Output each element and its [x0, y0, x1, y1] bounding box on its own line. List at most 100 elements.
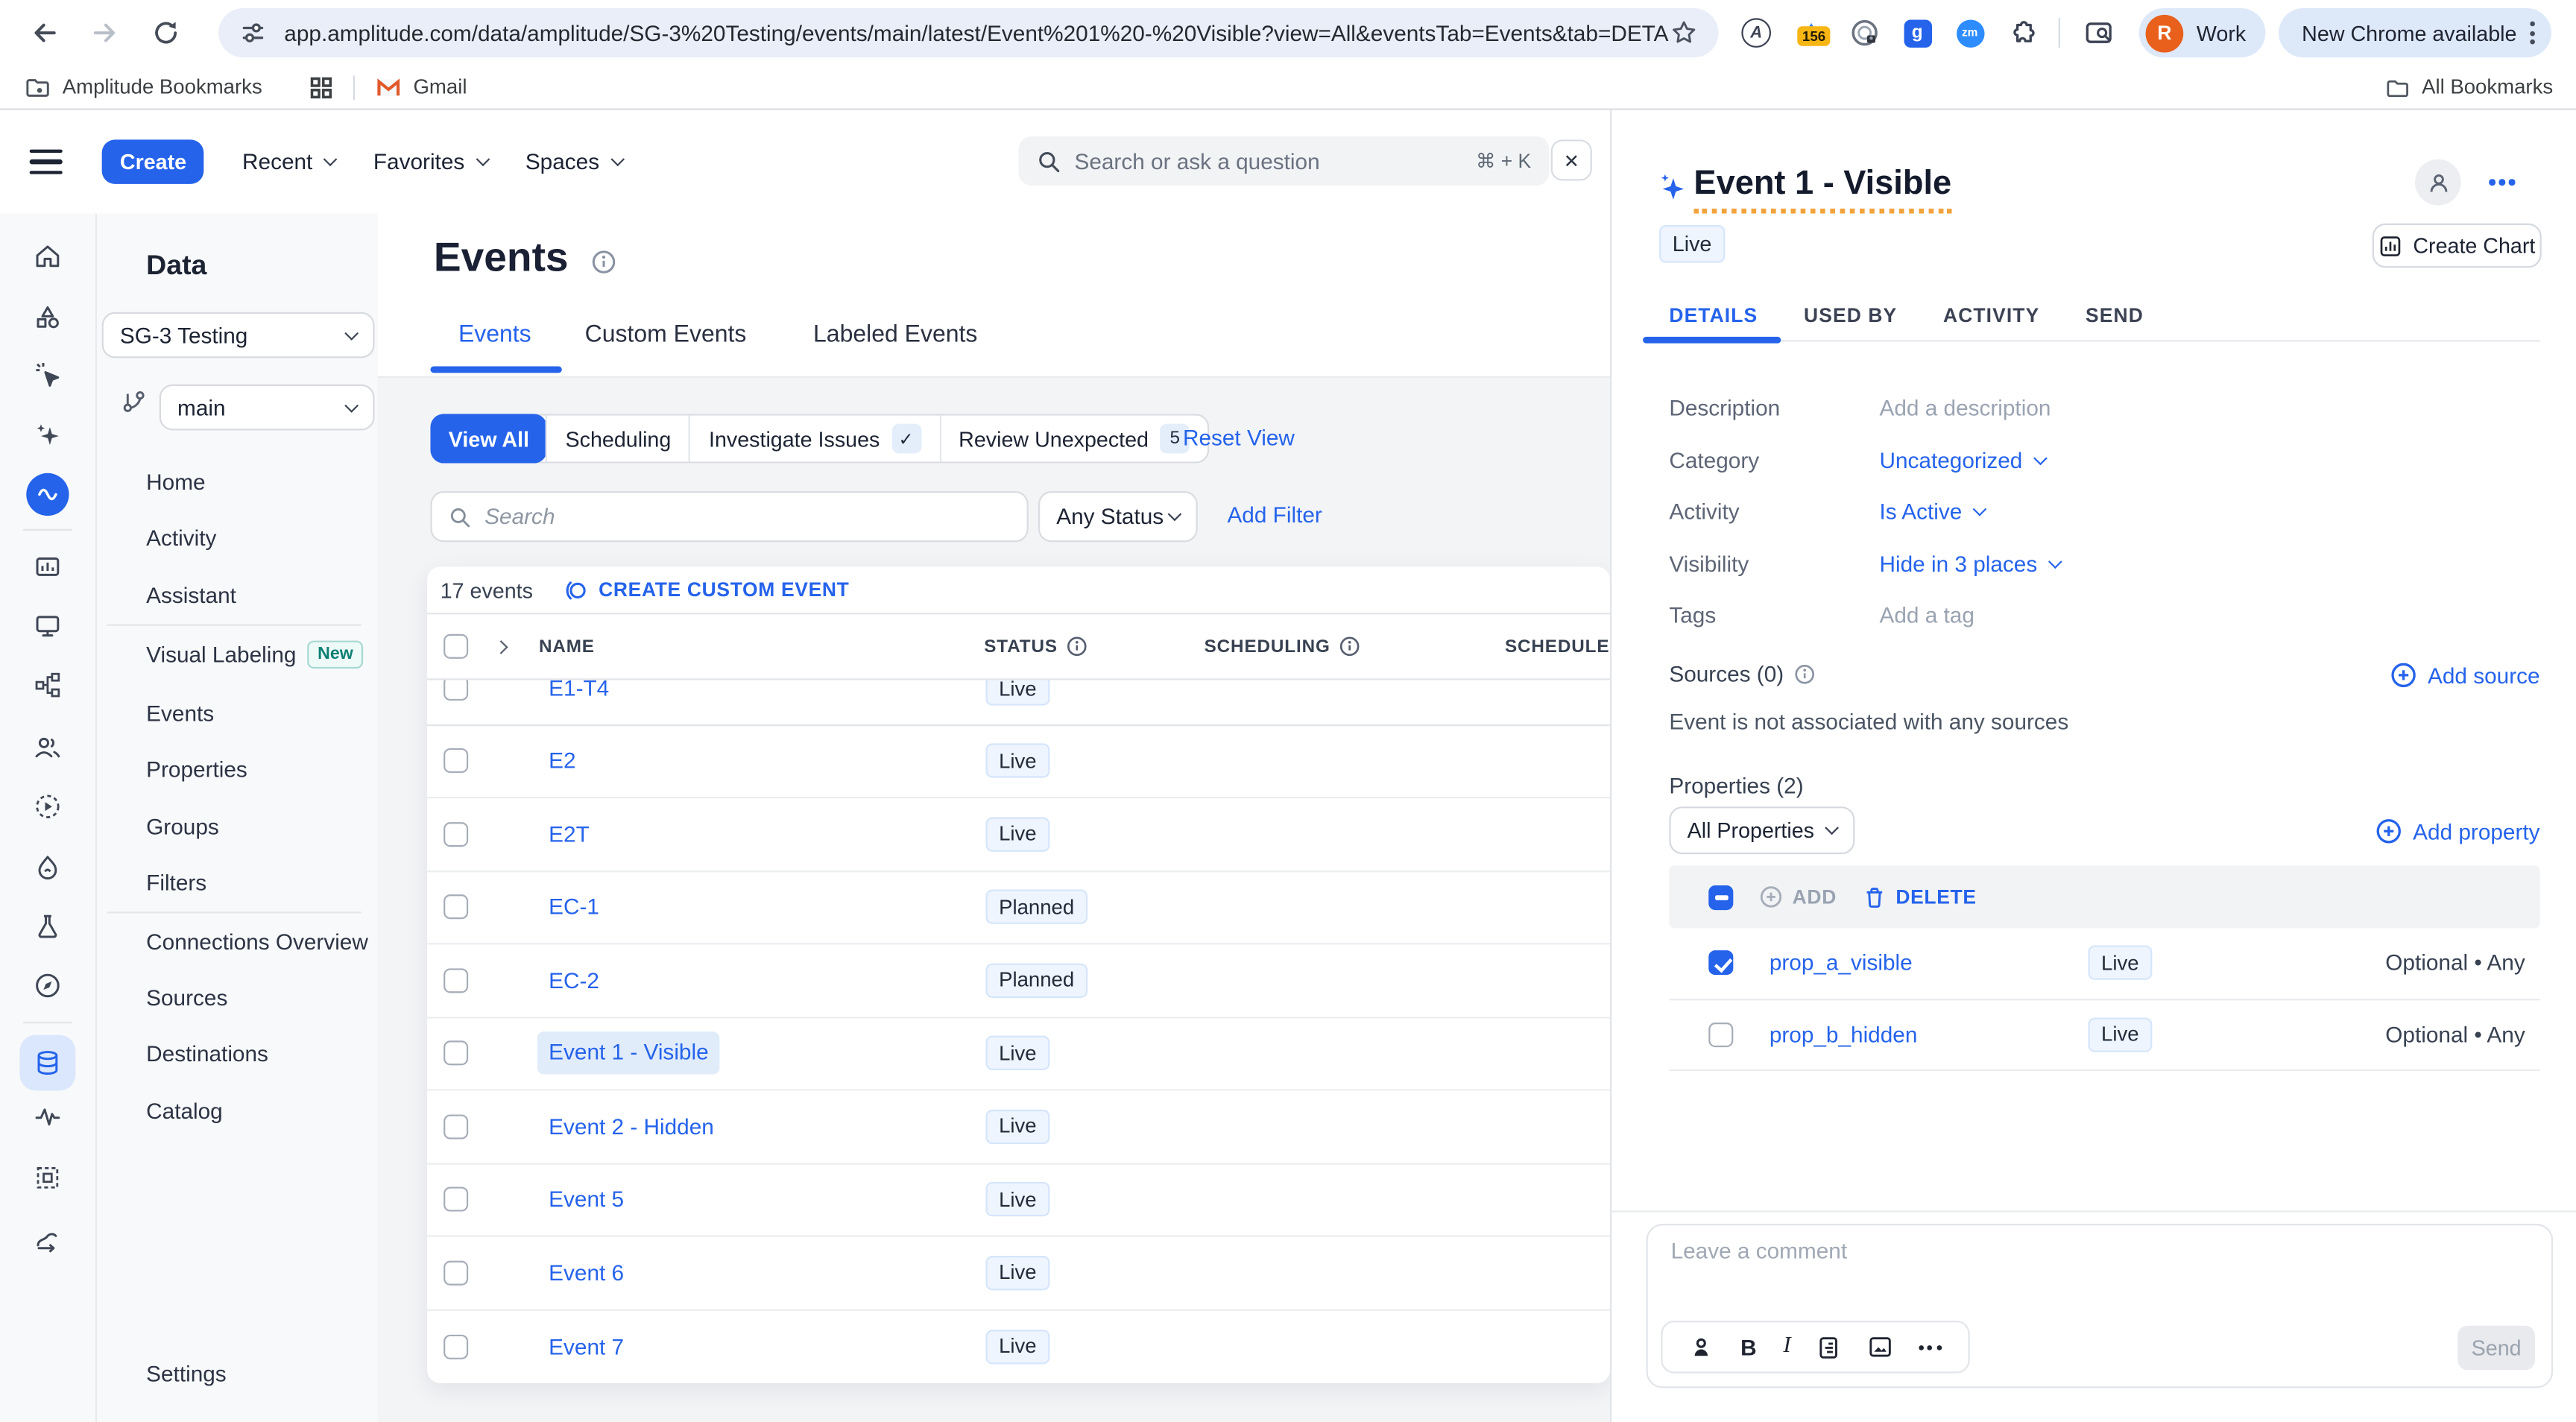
chrome-update-pill[interactable]: New Chrome available [2279, 8, 2551, 57]
branch-select[interactable]: main [160, 385, 375, 431]
expand-all-icon[interactable] [494, 639, 508, 654]
owner-avatar[interactable] [2415, 159, 2461, 206]
row-checkbox[interactable] [443, 895, 468, 920]
events-search-box[interactable] [430, 491, 1028, 542]
address-bar[interactable]: app.amplitude.com/data/amplitude/SG-3%20… [218, 8, 1718, 57]
event-link[interactable]: EC-1 [549, 895, 599, 920]
nav-dashboards-icon[interactable] [33, 552, 63, 582]
global-search-input[interactable] [1074, 148, 1462, 173]
nav-selection-icon[interactable] [33, 1163, 63, 1193]
sidebar-item-destinations[interactable]: Destinations [146, 1038, 371, 1068]
event-link[interactable]: Event 7 [549, 1334, 624, 1359]
row-checkbox[interactable] [443, 1260, 468, 1285]
project-select[interactable]: SG-3 Testing [102, 312, 375, 358]
nav-discover-icon[interactable] [33, 971, 63, 1001]
sidebar-item-home[interactable]: Home [146, 467, 371, 496]
reset-view-link[interactable]: Reset View [1183, 426, 1295, 450]
tab-details[interactable]: DETAILS [1669, 304, 1758, 327]
create-button[interactable]: Create [102, 139, 205, 184]
sidebar-item-visual-labeling[interactable]: Visual LabelingNew [146, 639, 371, 669]
comment-input[interactable] [1671, 1239, 2529, 1314]
browser-back-button[interactable] [23, 11, 66, 54]
row-checkbox[interactable] [443, 1114, 468, 1139]
bookmark-star-icon[interactable] [1669, 18, 1699, 48]
ai-sparkle-icon[interactable] [1656, 171, 1689, 203]
panel-title[interactable]: Event 1 - Visible [1693, 164, 1951, 213]
sidebar-item-properties[interactable]: Properties [146, 754, 371, 784]
description-placeholder[interactable]: Add a description [1879, 396, 2051, 420]
property-checkbox[interactable] [1708, 1023, 1733, 1047]
create-custom-event-button[interactable]: CREATE CUSTOM EVENT [564, 578, 850, 602]
property-link[interactable]: prop_b_hidden [1770, 1023, 1918, 1047]
favorites-menu[interactable]: Favorites [373, 150, 487, 174]
extension-amplitude[interactable]: 156 [1793, 11, 1828, 54]
table-row[interactable]: E2 Live [427, 725, 1610, 798]
browser-reload-button[interactable] [145, 11, 187, 54]
extensions-menu-button[interactable] [2006, 11, 2039, 54]
segment-investigate-issues[interactable]: Investigate Issues✓ [689, 416, 939, 462]
sidebar-item-sources[interactable]: Sources [146, 982, 371, 1012]
segment-review-unexpected[interactable]: Review Unexpected5 [939, 416, 1208, 462]
nav-amplitude-icon[interactable] [26, 473, 69, 516]
browser-forward-button[interactable] [83, 11, 126, 54]
segment-view-all[interactable]: View All [430, 414, 547, 463]
hamburger-menu-button[interactable] [30, 149, 63, 175]
tags-placeholder[interactable]: Add a tag [1879, 603, 1974, 628]
sidebar-item-settings[interactable]: Settings [146, 1359, 371, 1388]
extension-grammarly[interactable]: g [1901, 11, 1933, 54]
property-link[interactable]: prop_a_visible [1770, 951, 1913, 976]
property-row[interactable]: prop_a_visible Live Optional • Any [1669, 928, 2539, 999]
event-link[interactable]: Event 6 [549, 1260, 624, 1285]
column-scheduling[interactable]: SCHEDULING [1205, 614, 1360, 678]
send-comment-button[interactable]: Send [2457, 1326, 2535, 1371]
info-icon[interactable] [1793, 663, 1815, 685]
property-row[interactable]: prop_b_hidden Live Optional • Any [1669, 999, 2539, 1071]
select-all-checkbox[interactable] [443, 634, 468, 659]
event-link[interactable]: Event 2 - Hidden [549, 1114, 714, 1139]
extension-1password[interactable] [1849, 11, 1881, 54]
nav-ai-sparkles-icon[interactable] [33, 420, 63, 450]
nav-visual-select-icon[interactable] [33, 360, 63, 390]
tab-activity[interactable]: ACTIVITY [1943, 304, 2039, 327]
row-checkbox[interactable] [443, 1334, 468, 1359]
sidebar-item-assistant[interactable]: Assistant [146, 580, 371, 610]
status-filter-dropdown[interactable]: Any Status [1038, 491, 1198, 542]
close-search-button[interactable]: ✕ [1551, 139, 1592, 180]
apps-grid-button[interactable] [308, 75, 332, 99]
event-link[interactable]: E2T [549, 822, 590, 847]
extension-zoom[interactable]: zm [1954, 11, 1986, 54]
sidebar-item-catalog[interactable]: Catalog [146, 1096, 371, 1125]
row-checkbox[interactable] [443, 968, 468, 993]
event-link[interactable]: E1-T4 [549, 680, 609, 701]
category-dropdown[interactable]: Uncategorized [1879, 448, 2045, 473]
column-scheduled[interactable]: SCHEDULED [1505, 614, 1610, 678]
tab-labeled-events[interactable]: Labeled Events [813, 322, 977, 348]
event-link[interactable]: EC-2 [549, 968, 599, 993]
nav-experiment-icon[interactable] [33, 911, 63, 941]
tab-used-by[interactable]: USED BY [1804, 304, 1897, 327]
nav-monitor-icon[interactable] [33, 611, 63, 641]
event-link[interactable]: E2 [549, 749, 575, 774]
site-info-icon[interactable] [239, 18, 268, 48]
column-name[interactable]: NAME [539, 614, 595, 678]
tab-send[interactable]: SEND [2086, 304, 2144, 327]
visibility-dropdown[interactable]: Hide in 3 places [1879, 551, 2060, 575]
tab-search-button[interactable] [2080, 11, 2115, 54]
insert-image-button[interactable] [1867, 1336, 1892, 1359]
nav-users-icon[interactable] [33, 733, 63, 762]
nav-home-icon[interactable] [33, 241, 63, 271]
tab-events[interactable]: Events [458, 322, 531, 348]
sidebar-item-filters[interactable]: Filters [146, 868, 371, 897]
activity-dropdown[interactable]: Is Active [1879, 499, 1985, 524]
nav-session-replay-icon[interactable] [33, 791, 63, 821]
extension-circled-a[interactable]: A [1740, 11, 1772, 54]
italic-button[interactable]: I [1783, 1334, 1790, 1360]
sidebar-item-activity[interactable]: Activity [146, 522, 371, 552]
add-filter-link[interactable]: Add Filter [1227, 502, 1322, 527]
column-status[interactable]: STATUS [984, 614, 1087, 678]
mention-button[interactable] [1689, 1335, 1714, 1359]
add-source-button[interactable]: Add source [2390, 662, 2539, 688]
row-checkbox[interactable] [443, 680, 468, 701]
sidebar-item-events[interactable]: Events [146, 698, 371, 728]
row-checkbox[interactable] [443, 822, 468, 847]
